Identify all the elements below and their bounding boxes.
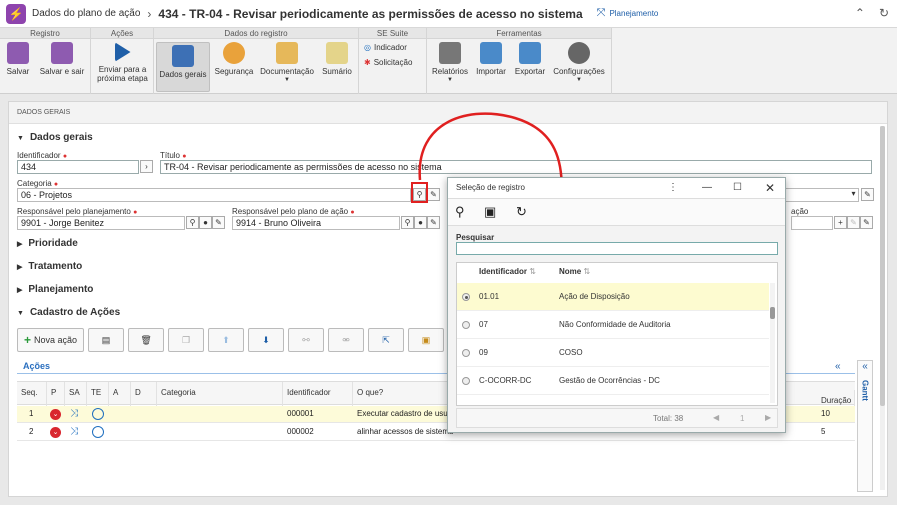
row-name: Ação de Disposição <box>559 292 630 301</box>
dialog-toolbar: ⚲ ▣ ↻ <box>448 199 785 226</box>
minimize-icon[interactable]: — <box>702 178 712 198</box>
row-id: 09 <box>479 348 488 357</box>
row-name: COSO <box>559 348 583 357</box>
prev-page-icon: ◀ <box>713 413 720 422</box>
next-page-icon: ▶ <box>765 413 772 422</box>
search-input[interactable] <box>456 242 778 255</box>
col-identificador-label: Identificador <box>479 267 528 276</box>
sort-icon: ⇅ <box>583 267 591 276</box>
list-item[interactable]: 09 COSO <box>457 339 769 367</box>
total-count: Total: 38 <box>653 414 684 423</box>
page-number: 1 <box>740 414 745 423</box>
maximize-icon[interactable]: ☐ <box>733 178 742 198</box>
search-icon[interactable]: ⚲ <box>455 204 465 220</box>
selection-grid: Identificador ⇅ Nome ⇅ 01.01 Ação de Dis… <box>456 262 778 406</box>
dialog-scrollbar[interactable] <box>770 283 775 403</box>
dialog-title-bar: Seleção de registro ⋮ — ☐ ✕ <box>448 178 785 199</box>
col-nome-label: Nome <box>559 267 582 276</box>
row-id: 01.01 <box>479 292 500 301</box>
list-item[interactable]: C-OCORR-DC Gestão de Ocorrências - DC <box>457 367 769 395</box>
col-identificador[interactable]: Identificador ⇅ <box>479 263 536 281</box>
close-icon[interactable]: ✕ <box>765 178 775 198</box>
dialog-pagination: Total: 38 ◀ 1 ▶ <box>456 408 778 428</box>
row-radio[interactable] <box>462 377 470 385</box>
row-radio[interactable] <box>462 293 470 301</box>
row-name: Gestão de Ocorrências - DC <box>559 376 660 385</box>
row-name: Não Conformidade de Auditoria <box>559 320 671 329</box>
more-options-icon[interactable]: ⋮ <box>668 178 678 198</box>
refresh-icon[interactable]: ↻ <box>516 204 527 220</box>
list-item[interactable]: 07 Não Conformidade de Auditoria <box>457 311 769 339</box>
row-radio[interactable] <box>462 321 470 329</box>
save-filter-icon[interactable]: ▣ <box>484 204 496 220</box>
row-id: 07 <box>479 320 488 329</box>
search-label: Pesquisar <box>456 233 495 242</box>
col-nome[interactable]: Nome ⇅ <box>559 263 590 281</box>
row-id: C-OCORR-DC <box>479 376 532 385</box>
record-selection-dialog: Seleção de registro ⋮ — ☐ ✕ ⚲ ▣ ↻ Pesqui… <box>447 177 786 433</box>
row-radio[interactable] <box>462 349 470 357</box>
dialog-title: Seleção de registro <box>456 183 525 192</box>
sort-icon: ⇅ <box>529 267 536 276</box>
list-item[interactable]: 01.01 Ação de Disposição <box>457 283 769 311</box>
dialog-scrollbar-thumb[interactable] <box>770 307 775 319</box>
